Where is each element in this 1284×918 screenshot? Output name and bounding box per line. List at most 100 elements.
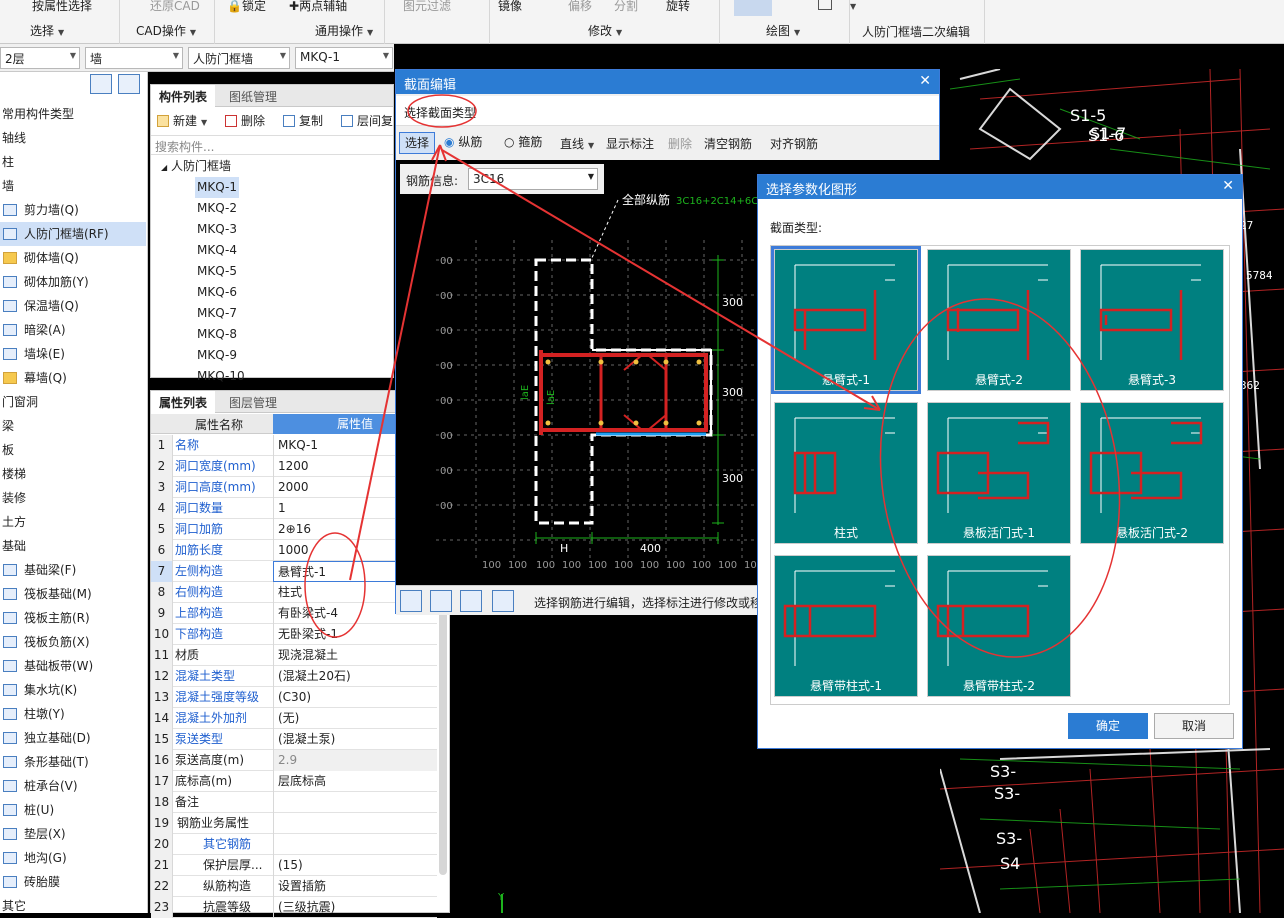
property-row[interactable]: 13 混凝土强度等级 (C30) (151, 687, 437, 708)
component-list-item[interactable]: MKQ-10 (195, 366, 247, 387)
tree-item[interactable]: 桩(U) (0, 798, 54, 822)
close-icon[interactable]: ✕ (1222, 178, 1234, 194)
align-rebar-button[interactable]: 对齐钢筋 (770, 135, 818, 152)
rectangle-icon[interactable] (818, 0, 832, 10)
property-value[interactable]: (15) (273, 855, 437, 876)
tree-item[interactable]: 集水坑(K) (0, 678, 77, 702)
component-list-item[interactable]: MKQ-3 (195, 219, 239, 240)
property-row[interactable]: 15 泵送类型 (混凝土泵) (151, 729, 437, 750)
draw-tool-button[interactable] (734, 0, 772, 16)
shape-option[interactable]: 悬板活门式-2 (1080, 402, 1224, 544)
select-section-type-link[interactable]: 选择截面类型 (404, 104, 476, 121)
property-value[interactable] (273, 813, 437, 834)
mirror-button[interactable]: 镜像 (498, 0, 522, 14)
tree-item[interactable]: 筏板基础(M) (0, 582, 92, 606)
shape-option[interactable]: 悬臂式-2 (927, 249, 1071, 391)
type-select[interactable]: 人防门框墙 ▼ (188, 47, 290, 69)
tree-item[interactable]: 人防门框墙(RF) (0, 222, 146, 246)
tree-item[interactable]: 砖胎膜 (0, 870, 60, 894)
show-label-button[interactable]: 显示标注 (606, 135, 654, 152)
tree-item[interactable]: 墙垛(E) (0, 342, 65, 366)
corner-snap-icon[interactable] (400, 590, 422, 612)
floor-select[interactable]: 2层 ▼ (0, 47, 80, 69)
property-row[interactable]: 20 其它钢筋 (151, 834, 437, 855)
component-select[interactable]: MKQ-1 ▼ (295, 47, 393, 69)
restore-cad-button[interactable]: 还原CAD (150, 0, 200, 14)
tree-item[interactable]: 柱 (0, 150, 14, 174)
property-value[interactable]: (混凝土泵) (273, 729, 437, 750)
tree-item[interactable]: 常用构件类型 (0, 102, 74, 126)
tab-property-list[interactable]: 属性列表 (151, 391, 216, 413)
property-row[interactable]: 14 混凝土外加剂 (无) (151, 708, 437, 729)
property-row[interactable]: 21 保护层厚... (15) (151, 855, 437, 876)
tree-item[interactable]: 基础 (0, 534, 26, 558)
diagonal-snap-icon[interactable] (430, 590, 452, 612)
add-dimension-icon[interactable] (492, 590, 514, 612)
tab-drawing-management[interactable]: 图纸管理 (221, 85, 285, 107)
tree-item[interactable]: 装修 (0, 486, 26, 510)
property-row[interactable]: 22 纵筋构造 设置插筋 (151, 876, 437, 897)
modify-menu[interactable]: 修改 ▼ (588, 22, 622, 39)
cad-ops-menu[interactable]: CAD操作 ▼ (136, 22, 196, 39)
delete-button[interactable]: 删除 (668, 135, 692, 152)
shape-option[interactable]: 悬臂式-1 (771, 246, 921, 394)
component-list-item[interactable]: MKQ-4 (195, 240, 239, 261)
property-value[interactable]: (C30) (273, 687, 437, 708)
line-dropdown[interactable]: 直线 ▼ (560, 135, 594, 152)
tree-item[interactable]: 土方 (0, 510, 26, 534)
select-button[interactable]: 选择 (399, 132, 435, 154)
property-row[interactable]: 23 抗震等级 (三级抗震) (151, 897, 437, 918)
shape-option[interactable]: 悬臂带柱式-1 (774, 555, 918, 697)
property-value[interactable] (273, 834, 437, 855)
tree-item[interactable]: 剪力墙(Q) (0, 198, 79, 222)
delete-component-button[interactable]: 删除 (225, 112, 265, 129)
tab-component-list[interactable]: 构件列表 (151, 85, 216, 107)
new-component-button[interactable]: 新建 ▼ (157, 112, 207, 129)
tree-item[interactable]: 板 (0, 438, 14, 462)
tree-item[interactable]: 砌体加筋(Y) (0, 270, 89, 294)
draw-menu[interactable]: 绘图 ▼ (766, 22, 800, 39)
grid-view-icon[interactable] (118, 74, 140, 94)
layer-copy-button[interactable]: 层间复 (341, 112, 393, 129)
property-value[interactable]: 现浇混凝土 (273, 645, 437, 666)
tree-item[interactable]: 筏板负筋(X) (0, 630, 90, 654)
perpendicular-icon[interactable] (460, 590, 482, 612)
tree-item[interactable]: 垫层(X) (0, 822, 66, 846)
component-list-item[interactable]: MKQ-6 (195, 282, 239, 303)
cancel-button[interactable]: 取消 (1154, 713, 1234, 739)
tree-item[interactable]: 柱墩(Y) (0, 702, 65, 726)
split-button[interactable]: 分割 (614, 0, 638, 14)
select-menu[interactable]: 选择 ▼ (30, 22, 64, 39)
property-value[interactable]: (三级抗震) (273, 897, 437, 918)
property-row[interactable]: 11 材质 现浇混凝土 (151, 645, 437, 666)
copy-component-button[interactable]: 复制 (283, 112, 323, 129)
property-value[interactable]: (无) (273, 708, 437, 729)
property-value[interactable]: 层底标高 (273, 771, 437, 792)
shape-option[interactable]: 悬板活门式-1 (927, 402, 1071, 544)
shape-option[interactable]: 悬臂式-3 (1080, 249, 1224, 391)
ok-button[interactable]: 确定 (1068, 713, 1148, 739)
longitudinal-radio[interactable]: ◉ 纵筋 (444, 133, 482, 150)
category-select[interactable]: 墙 ▼ (85, 47, 183, 69)
element-filter-button[interactable]: 图元过滤 (403, 0, 451, 14)
tree-item[interactable]: 独立基础(D) (0, 726, 91, 750)
property-value[interactable] (273, 792, 437, 813)
tree-item[interactable]: 保温墙(Q) (0, 294, 79, 318)
property-row[interactable]: 19 钢筋业务属性 (151, 813, 437, 834)
select-by-attr-button[interactable]: 按属性选择 (32, 0, 92, 14)
component-list-item[interactable]: MKQ-7 (195, 303, 239, 324)
tree-item[interactable]: 楼梯 (0, 462, 26, 486)
tree-item[interactable]: 暗梁(A) (0, 318, 66, 342)
tree-item[interactable]: 筏板主筋(R) (0, 606, 90, 630)
component-list-item[interactable]: MKQ-2 (195, 198, 239, 219)
component-search-input[interactable]: 搜索构件... (151, 135, 393, 155)
tree-item[interactable]: 条形基础(T) (0, 750, 89, 774)
two-point-axis-button[interactable]: ✚两点辅轴 (289, 0, 347, 14)
tree-item[interactable]: 梁 (0, 414, 14, 438)
property-row[interactable]: 17 底标高(m) 层底标高 (151, 771, 437, 792)
common-ops-menu[interactable]: 通用操作 ▼ (315, 22, 373, 39)
clear-rebar-button[interactable]: 清空钢筋 (704, 135, 752, 152)
property-value[interactable]: 无卧梁式-1 (273, 624, 437, 645)
component-list-item[interactable]: MKQ-1 (195, 177, 239, 198)
property-row[interactable]: 18 备注 (151, 792, 437, 813)
